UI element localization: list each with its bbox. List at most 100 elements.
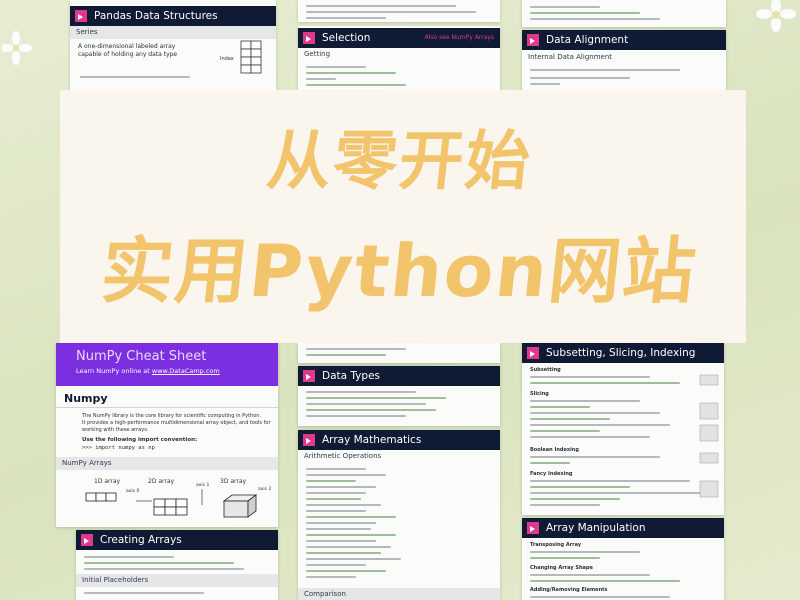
code-line	[80, 76, 190, 78]
card-numpy-cheat-sheet: NumPy Cheat Sheet Learn NumPy online at …	[56, 343, 278, 527]
play-icon	[303, 434, 315, 446]
code-line	[306, 564, 366, 566]
card-header: Selection Also see NumPy Arrays	[298, 28, 500, 48]
card-title: Selection	[322, 32, 371, 44]
code-line	[306, 480, 356, 482]
code-line	[306, 546, 391, 548]
card-title: Creating Arrays	[100, 534, 182, 546]
code-line	[306, 409, 436, 411]
code-line	[306, 5, 456, 7]
play-icon	[527, 34, 539, 46]
array-diagrams	[85, 489, 258, 518]
section-label: Getting	[304, 50, 331, 58]
play-icon	[527, 522, 539, 534]
card-subsetting-slicing-indexing: Subsetting, Slicing, Indexing Subsetting…	[522, 343, 724, 515]
code-line	[306, 492, 366, 494]
changing-shape-label: Changing Array Shape	[530, 565, 593, 571]
card-top-middle	[298, 0, 500, 22]
headline-line-2: 实用Python网站	[97, 229, 702, 313]
code-line	[530, 551, 640, 553]
code-line	[306, 576, 356, 578]
code-line	[530, 382, 680, 384]
section-label: Initial Placeholders	[76, 574, 278, 587]
play-icon	[81, 534, 93, 546]
series-description-2: capable of holding any data type	[78, 51, 178, 58]
axis-0-label: axis 0	[126, 489, 140, 494]
card-header: Array Mathematics	[298, 430, 500, 450]
see-also-link[interactable]: Also see NumPy Arrays	[425, 28, 494, 48]
card-title: Array Mathematics	[322, 434, 422, 446]
code-line	[306, 348, 406, 350]
code-line	[530, 83, 560, 85]
code-line	[306, 397, 446, 399]
code-line	[306, 11, 476, 13]
card-header: Data Types	[298, 366, 500, 386]
code-line	[530, 418, 610, 420]
play-icon	[75, 10, 87, 22]
code-line	[306, 516, 396, 518]
section-label: Comparison	[298, 588, 500, 600]
code-line	[306, 354, 386, 356]
code-line	[306, 415, 406, 417]
code-line	[306, 66, 366, 68]
card-array-manipulation: Array Manipulation Transposing Array Cha…	[522, 518, 724, 600]
card-pandas-data-structures: Pandas Data Structures Series A one-dime…	[70, 0, 276, 95]
card-title: Pandas Data Structures	[94, 10, 218, 22]
card-header: Subsetting, Slicing, Indexing	[522, 343, 724, 363]
numpy-arrays-label: NumPy Arrays	[56, 457, 278, 470]
numpy-description-1: The NumPy library is the core library fo…	[82, 413, 262, 419]
code-line	[530, 596, 670, 598]
code-line	[306, 504, 381, 506]
code-line	[530, 574, 650, 576]
adding-removing-label: Adding/Removing Elements	[530, 587, 608, 593]
card-header: Data Alignment	[522, 30, 726, 50]
code-line	[530, 12, 640, 14]
card-title: Data Types	[322, 370, 380, 382]
code-line	[306, 540, 376, 542]
code-line	[530, 580, 680, 582]
fancy-indexing-label: Fancy Indexing	[530, 471, 573, 477]
flower-decoration-left	[2, 31, 32, 65]
code-line	[530, 18, 660, 20]
card-selection: Selection Also see NumPy Arrays Getting	[298, 26, 500, 95]
import-statement: >>> import numpy as np	[82, 445, 155, 451]
code-line	[306, 498, 361, 500]
numpy-banner: NumPy Cheat Sheet Learn NumPy online at …	[56, 343, 278, 386]
code-line	[530, 557, 600, 559]
code-line	[306, 84, 406, 86]
code-line	[84, 562, 234, 564]
code-line	[306, 486, 376, 488]
play-icon	[303, 32, 315, 44]
card-middle-upper	[298, 343, 500, 363]
slicing-label: Slicing	[530, 391, 549, 397]
card-title: Array Manipulation	[546, 522, 646, 534]
code-line	[306, 522, 376, 524]
code-line	[530, 436, 650, 438]
code-line	[306, 528, 371, 530]
code-line	[84, 592, 204, 594]
card-title: Data Alignment	[546, 34, 629, 46]
numpy-banner-link[interactable]: Learn NumPy online at www.DataCamp.com	[76, 367, 220, 375]
play-icon	[527, 347, 539, 359]
numpy-banner-title: NumPy Cheat Sheet	[76, 349, 207, 364]
index-label: Index	[220, 56, 234, 62]
code-line	[530, 462, 570, 464]
matrix-grid-graphic	[699, 374, 719, 498]
card-data-types: Data Types	[298, 366, 500, 426]
code-line	[530, 6, 600, 8]
code-line	[530, 498, 620, 500]
series-table-graphic	[240, 40, 262, 74]
code-line	[530, 430, 600, 432]
section-label: Arithmetic Operations	[304, 452, 382, 460]
code-line	[530, 69, 680, 71]
subsetting-label: Subsetting	[530, 367, 561, 373]
code-line	[84, 568, 244, 570]
card-header: Pandas Data Structures	[70, 6, 276, 26]
numpy-description-2: It provides a high-performance multidime…	[82, 420, 271, 426]
code-line	[84, 556, 174, 558]
code-line	[530, 424, 670, 426]
code-line	[306, 391, 416, 393]
code-line	[530, 412, 660, 414]
series-description: A one-dimensional labeled array	[78, 43, 176, 50]
code-line	[530, 492, 700, 494]
